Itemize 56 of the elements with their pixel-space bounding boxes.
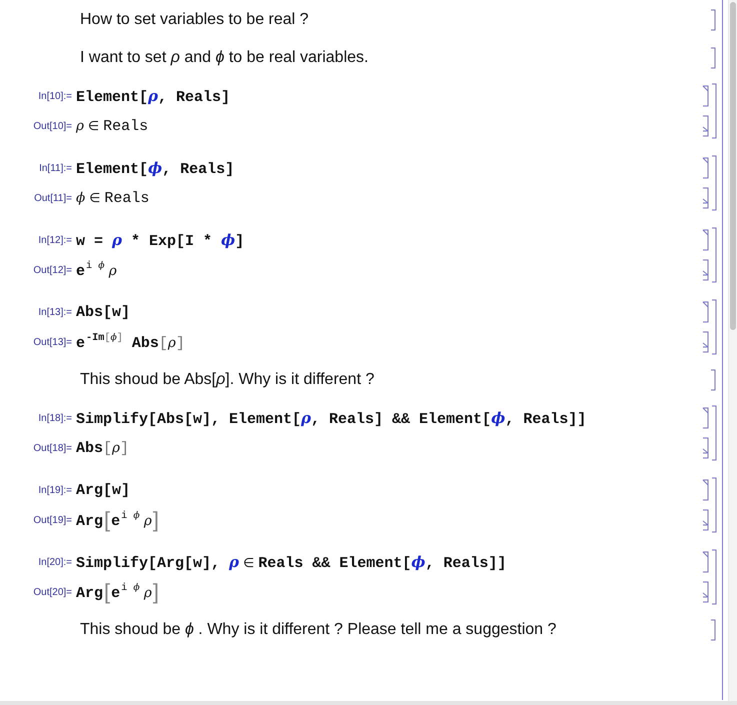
- input-label: In[13]:=: [37, 306, 73, 318]
- cell-bracket[interactable]: [702, 509, 709, 531]
- cell-bracket[interactable]: [710, 369, 716, 391]
- cell-bracket[interactable]: [702, 331, 709, 353]
- cell-bracket[interactable]: [710, 9, 716, 31]
- input-label: In[19]:=: [37, 484, 73, 496]
- output-expression: e$^{i}$ $^{ϕ}$ ρ: [76, 260, 117, 280]
- cell-bracket[interactable]: [702, 407, 709, 429]
- cell-bracket[interactable]: [702, 301, 709, 323]
- cell-bracket[interactable]: [710, 47, 716, 69]
- output-label: Out[11]=: [33, 192, 73, 204]
- input-label: In[20]:=: [37, 556, 73, 568]
- text-cell-text: This shoud be ϕ . Why is it different ? Please tell me a suggestion ?: [80, 621, 558, 639]
- cell-bracket[interactable]: [702, 259, 709, 281]
- output-label: Out[20]=: [32, 586, 73, 598]
- input-label: In[18]:=: [37, 412, 73, 424]
- cell-bracket[interactable]: [702, 437, 709, 459]
- text-cell-text: I want to set ρ and ϕ to be real variables.: [80, 49, 370, 67]
- output-expression: ρ ∈ Reals: [76, 118, 148, 134]
- text-cell-text: How to set variables to be real ?: [80, 11, 310, 29]
- cell-bracket[interactable]: [710, 619, 716, 641]
- output-label: Out[19]=: [32, 514, 73, 526]
- input-label: In[10]:=: [37, 90, 73, 102]
- output-expression: Abs[ρ]: [76, 440, 129, 456]
- input-code[interactable]: w = ρ * Exp[I * ϕ]: [76, 230, 244, 250]
- input-code[interactable]: Element[ϕ, Reals]: [76, 158, 234, 178]
- text-cell-text: This shoud be Abs[ρ]. Why is it different ?: [80, 371, 376, 389]
- input-code[interactable]: Arg[w]: [76, 482, 130, 498]
- group-bracket[interactable]: [711, 477, 717, 533]
- cell-bracket[interactable]: [702, 85, 709, 107]
- group-bracket[interactable]: [711, 155, 717, 211]
- group-bracket[interactable]: [711, 227, 717, 283]
- cell-bracket[interactable]: [702, 581, 709, 603]
- input-code[interactable]: Abs[w]: [76, 304, 130, 320]
- cell-bracket[interactable]: [702, 115, 709, 137]
- input-code[interactable]: Element[ρ, Reals]: [76, 86, 230, 106]
- cell-bracket[interactable]: [702, 479, 709, 501]
- group-bracket[interactable]: [711, 83, 717, 139]
- input-label: In[12]:=: [37, 234, 73, 246]
- output-label: Out[13]=: [32, 336, 73, 348]
- output-label: Out[10]=: [32, 120, 73, 132]
- input-code[interactable]: Simplify[Abs[w], Element[ρ, Reals] && Element[ϕ, Reals]]: [76, 408, 586, 428]
- cell-bracket[interactable]: [702, 229, 709, 251]
- cell-bracket[interactable]: [702, 157, 709, 179]
- output-label: Out[18]=: [32, 442, 73, 454]
- output-label: Out[12]=: [32, 264, 73, 276]
- scroll-thumb[interactable]: [730, 2, 736, 330]
- input-code[interactable]: Simplify[Arg[w], ρ ∈ Reals && Element[ϕ, Reals]]: [76, 552, 506, 572]
- input-label: In[11]:=: [38, 162, 73, 174]
- group-bracket[interactable]: [711, 405, 717, 461]
- group-bracket[interactable]: [711, 299, 717, 355]
- cell-bracket[interactable]: [702, 551, 709, 573]
- scrollbar[interactable]: [728, 0, 737, 701]
- output-expression: ϕ ∈ Reals: [76, 190, 150, 206]
- group-bracket[interactable]: [711, 549, 717, 605]
- cell-bracket[interactable]: [702, 187, 709, 209]
